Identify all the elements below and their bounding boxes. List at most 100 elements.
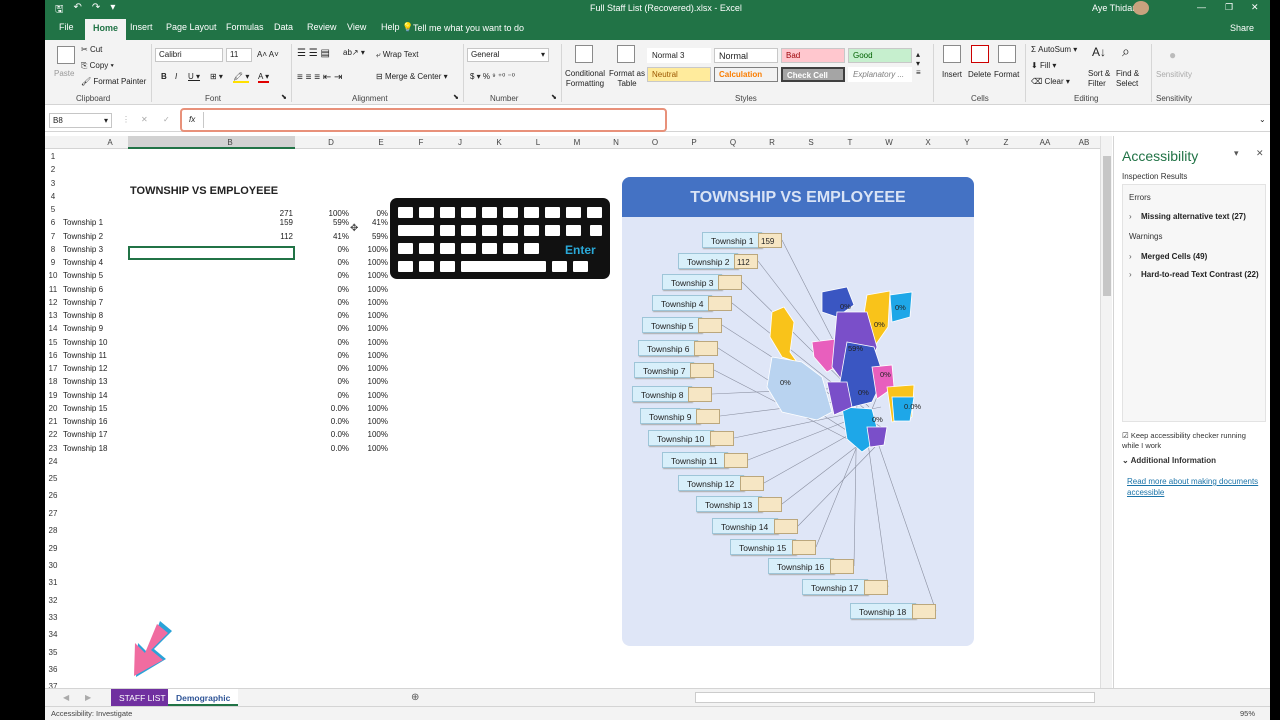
township-map-label[interactable]: Township 10 (648, 430, 714, 446)
row-header[interactable]: 32 (47, 596, 59, 605)
tab-insert[interactable]: Insert (130, 22, 153, 32)
township-map-label[interactable]: Township 15 (730, 539, 796, 555)
orientation-icon[interactable]: ab↗ ▾ (343, 48, 365, 57)
pane-options-icon[interactable]: ▾ (1234, 148, 1239, 159)
column-header[interactable]: X (918, 138, 938, 147)
total-pct-d[interactable]: 100% (321, 209, 349, 218)
township-pct-e[interactable]: 41% (361, 218, 388, 227)
row-header[interactable]: 23 (47, 444, 59, 453)
column-header[interactable]: O (645, 138, 665, 147)
italic-button[interactable]: I (175, 72, 177, 81)
township-map-label[interactable]: Township 7 (634, 362, 694, 378)
minimize-icon[interactable]: — (1197, 2, 1206, 12)
row-header[interactable]: 30 (47, 561, 59, 570)
find-select-button[interactable]: Find & Select (1116, 69, 1146, 89)
row-header[interactable]: 17 (47, 364, 59, 373)
row-header[interactable]: 14 (47, 324, 59, 333)
total-pct-e[interactable]: 0% (365, 209, 388, 218)
township-map-label[interactable]: Township 11 (662, 452, 728, 468)
sort-filter-icon[interactable]: A↓ (1092, 45, 1106, 59)
township-map-label[interactable]: Township 18 (850, 603, 916, 619)
autosum-button[interactable]: Σ AutoSum ▾ (1031, 45, 1077, 54)
township-count[interactable]: 159 (265, 218, 293, 227)
insert-cells-icon[interactable] (943, 45, 961, 63)
total-count[interactable]: 271 (265, 209, 293, 218)
sheet-heading[interactable]: TOWNSHIP VS EMPLOYEEE (130, 185, 278, 197)
clear-button[interactable]: ⌫ Clear ▾ (1031, 77, 1070, 86)
tab-review[interactable]: Review (307, 22, 337, 32)
township-name[interactable]: Township 8 (63, 311, 103, 320)
expand-formula-icon[interactable]: ⌄ (1259, 115, 1266, 124)
row-header[interactable]: 27 (47, 509, 59, 518)
township-map-label[interactable]: Township 12 (678, 475, 744, 491)
row-header[interactable]: 5 (47, 205, 59, 214)
font-name-select[interactable]: Calibri (155, 48, 223, 62)
column-header[interactable]: N (606, 138, 626, 147)
styles-gallery-scroll[interactable]: ▴ ▾ ≡ (916, 50, 921, 77)
format-as-table-button[interactable]: Format as Table (607, 69, 647, 89)
tab-data[interactable]: Data (274, 22, 293, 32)
township-pct-d[interactable]: 0.0% (315, 404, 349, 413)
township-name[interactable]: Township 14 (63, 391, 107, 400)
dialog-launcher-icon[interactable]: ⬊ (281, 93, 287, 101)
align-left-icon[interactable]: ≡ ≡ ≡ ⇤ ⇥ (297, 72, 342, 83)
column-header[interactable]: E (371, 138, 391, 147)
township-name[interactable]: Township 12 (63, 364, 107, 373)
tab-page-layout[interactable]: Page Layout (166, 22, 217, 32)
row-header[interactable]: 16 (47, 351, 59, 360)
copy-button[interactable]: ⎘ Copy ▾ (81, 61, 114, 71)
border-icon[interactable]: ⊞ ▾ (210, 72, 223, 81)
style-bad[interactable]: Bad (781, 48, 845, 63)
vertical-scrollbar[interactable] (1100, 136, 1112, 688)
column-header[interactable]: AB (1074, 138, 1094, 147)
close-pane-icon[interactable]: ✕ (1256, 148, 1264, 159)
underline-button[interactable]: U ▾ (188, 72, 200, 81)
row-header[interactable]: 29 (47, 544, 59, 553)
township-map-label[interactable]: Township 14 (712, 518, 778, 534)
township-map-label[interactable]: Township 1 (702, 232, 762, 248)
column-header[interactable]: S (801, 138, 821, 147)
row-header[interactable]: 26 (47, 491, 59, 500)
column-header[interactable]: B (210, 138, 250, 147)
magnifier-icon[interactable]: ⌕ (1122, 43, 1130, 60)
township-pct-e[interactable]: 100% (361, 245, 388, 254)
township-name[interactable]: Township 10 (63, 338, 107, 347)
township-pct-d[interactable]: 0.0% (315, 417, 349, 426)
style-check-cell[interactable]: Check Cell (781, 67, 845, 82)
tab-formulas[interactable]: Formulas (226, 22, 264, 32)
close-icon[interactable]: ✕ (1251, 2, 1259, 13)
tab-help[interactable]: Help (381, 22, 400, 32)
township-pct-e[interactable]: 100% (361, 271, 388, 280)
township-name[interactable]: Township 3 (63, 245, 103, 254)
currency-icon[interactable]: $ ▾ % ⁹ ⁺⁰ ⁻⁰ (470, 72, 515, 81)
row-header[interactable]: 21 (47, 417, 59, 426)
row-header[interactable]: 9 (47, 258, 59, 267)
dialog-launcher-icon[interactable]: ⬊ (551, 93, 557, 101)
number-format-select[interactable]: General ▾ (467, 48, 549, 62)
style-good[interactable]: Good (848, 48, 912, 63)
row-header[interactable]: 11 (47, 285, 59, 294)
column-header[interactable]: M (567, 138, 587, 147)
township-pct-e[interactable]: 100% (361, 444, 388, 453)
column-header[interactable]: W (879, 138, 899, 147)
format-cells-icon[interactable] (998, 45, 1016, 63)
township-map-label[interactable]: Township 16 (768, 558, 834, 574)
township-pct-d[interactable]: 0.0% (315, 444, 349, 453)
row-header[interactable]: 33 (47, 613, 59, 622)
tab-file[interactable]: File (59, 22, 74, 32)
user-name[interactable]: Aye Thidar (1092, 3, 1135, 13)
township-name[interactable]: Township 15 (63, 404, 107, 413)
column-header[interactable]: R (762, 138, 782, 147)
township-pct-d[interactable]: 0% (315, 351, 349, 360)
township-pct-d[interactable]: 41% (315, 232, 349, 241)
delete-cells-icon[interactable] (971, 45, 989, 63)
column-header[interactable]: F (411, 138, 431, 147)
row-header[interactable]: 10 (47, 271, 59, 280)
row-header[interactable]: 3 (47, 179, 59, 188)
scroll-thumb[interactable] (1103, 156, 1111, 296)
sheet-tab-staff-list[interactable]: STAFF LIST (111, 689, 174, 706)
format-as-table-icon[interactable] (617, 45, 635, 63)
row-header[interactable]: 22 (47, 430, 59, 439)
township-map-label[interactable]: Township 8 (632, 386, 692, 402)
format-button[interactable]: Format (994, 70, 1019, 79)
